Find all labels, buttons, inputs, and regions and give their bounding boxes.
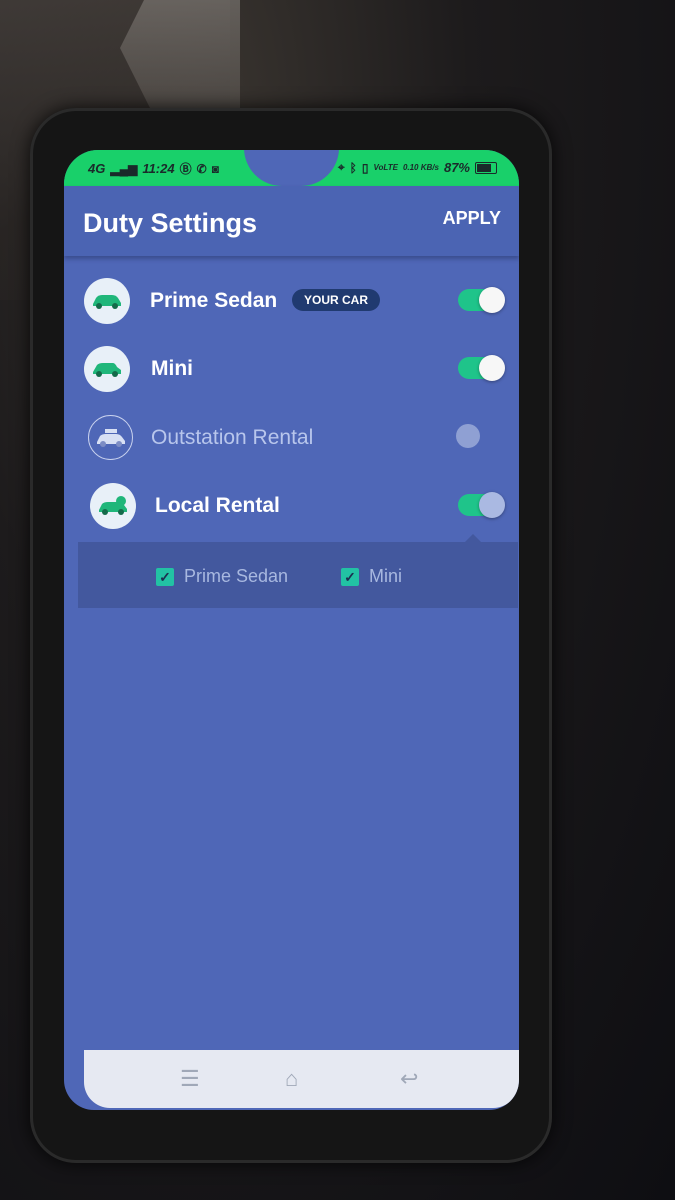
battery-percent: 87% (443, 160, 470, 175)
toggle-knob (479, 492, 505, 518)
duty-row-mini[interactable]: Mini (64, 339, 519, 401)
page-title: Duty Settings (83, 208, 258, 238)
signal-icon: ▂▄▆ (110, 161, 138, 176)
checkbox-label: Mini (369, 566, 403, 586)
your-car-badge: YOUR CAR (292, 289, 381, 311)
duty-label-mini: Mini (151, 357, 193, 380)
checkmark-icon: ✓ (156, 567, 174, 586)
b-circle-icon: Ⓑ (179, 162, 192, 176)
duty-row-prime-sedan[interactable]: Prime Sedan YOUR CAR (64, 271, 519, 333)
duty-label-local-rental: Local Rental (155, 494, 280, 517)
sedan-icon (84, 278, 130, 324)
volte-label: VoLTE (373, 163, 398, 172)
local-rental-options: ✓ Prime Sedan ✓ Mini (78, 542, 518, 608)
duty-label-outstation-rental: Outstation Rental (151, 426, 314, 449)
toggle-knob (456, 424, 480, 448)
location-icon: ⌖ (337, 160, 345, 174)
back-icon[interactable]: ↩ (400, 1066, 418, 1092)
hatchback-icon (84, 346, 130, 392)
toggle-mini[interactable] (458, 355, 505, 381)
home-icon[interactable]: ⌂ (285, 1066, 298, 1092)
toggle-local-rental[interactable] (458, 492, 505, 518)
checkmark-icon: ✓ (341, 567, 359, 586)
car-clock-icon (90, 483, 136, 529)
toggle-knob (479, 287, 505, 313)
system-nav-bar: ☰ ⌂ ↩ (84, 1050, 519, 1108)
duty-row-local-rental[interactable]: Local Rental (64, 476, 519, 538)
vibrate-icon: ▯ (361, 160, 369, 175)
network-speed: 0.10 KB/s (402, 163, 439, 172)
instagram-icon: ◙ (211, 161, 219, 176)
toggle-outstation-rental[interactable] (456, 424, 502, 448)
network-type: 4G (88, 161, 106, 176)
apply-button[interactable]: APPLY (443, 208, 501, 229)
app-header: Duty Settings APPLY (64, 186, 519, 256)
checkbox-label: Prime Sedan (184, 566, 289, 586)
toggle-prime-sedan[interactable] (458, 287, 505, 313)
phone-screen: 4G ▂▄▆ 11:24 Ⓑ ✆ ◙ ⌖ ᛒ ▯ VoLTE 0.10 KB/s… (64, 150, 519, 1110)
checkbox-prime-sedan[interactable]: ✓ Prime Sedan (156, 566, 288, 587)
bluetooth-icon: ᛒ (349, 160, 357, 175)
battery-icon (475, 161, 497, 174)
clock: 11:24 (142, 161, 175, 176)
status-right: ⌖ ᛒ ▯ VoLTE 0.10 KB/s 87% (338, 160, 497, 175)
checkbox-mini[interactable]: ✓ Mini (341, 566, 402, 587)
phone-icon: ✆ (196, 161, 207, 176)
duty-label-prime-sedan: Prime Sedan (150, 289, 278, 312)
status-left: 4G ▂▄▆ 11:24 Ⓑ ✆ ◙ (88, 160, 219, 177)
menu-icon[interactable]: ☰ (180, 1066, 200, 1092)
toggle-knob (479, 355, 505, 381)
car-luggage-icon (88, 415, 133, 460)
duty-row-outstation-rental[interactable]: Outstation Rental (64, 408, 519, 470)
